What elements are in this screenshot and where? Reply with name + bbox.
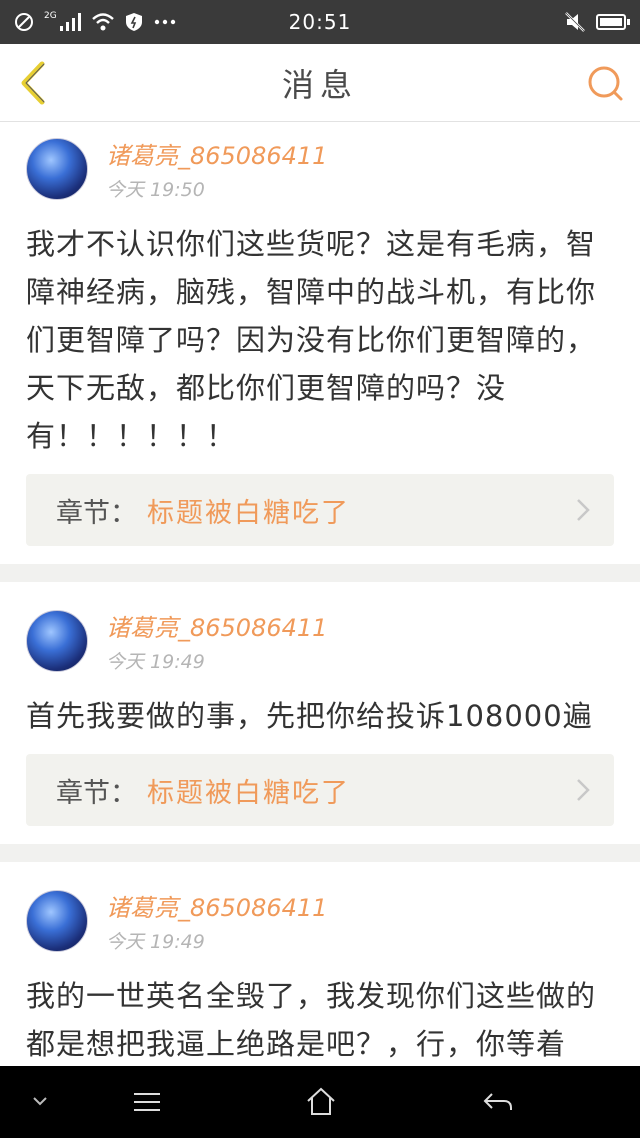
message-time: 今天 19:49: [106, 931, 205, 953]
chapter-label: 章节：: [56, 497, 137, 529]
chapter-link[interactable]: 章节： 标题被白糖吃了: [26, 474, 614, 546]
username[interactable]: 诸葛亮_865086411: [106, 608, 327, 643]
chevron-down-icon[interactable]: [30, 1086, 50, 1118]
navigation-bar: [0, 1066, 640, 1138]
back-icon[interactable]: [482, 1086, 514, 1118]
message-meta: 诸葛亮_865086411 今天 19:49: [106, 608, 327, 674]
chapter-link[interactable]: 章节： 标题被白糖吃了: [26, 754, 614, 826]
search-icon[interactable]: [586, 64, 626, 104]
chapter-title: 标题被白糖吃了: [147, 777, 350, 809]
avatar[interactable]: [26, 610, 88, 672]
message-list[interactable]: 诸葛亮_865086411 今天 19:50 我才不认识你们这些货呢？这是有毛病…: [0, 122, 640, 1066]
message-header: 诸葛亮_865086411 今天 19:50: [26, 136, 614, 202]
avatar[interactable]: [26, 890, 88, 952]
message-header: 诸葛亮_865086411 今天 19:49: [26, 608, 614, 674]
message-meta: 诸葛亮_865086411 今天 19:50: [106, 136, 327, 202]
message-card: 诸葛亮_865086411 今天 19:49 我的一世英名全毁了，我发现你们这些…: [0, 862, 640, 1066]
message-text: 首先我要做的事，先把你给投诉108000遍: [26, 699, 593, 733]
username[interactable]: 诸葛亮_865086411: [106, 136, 327, 171]
page-title: 消息: [281, 65, 358, 104]
chevron-right-icon: [577, 499, 590, 521]
header: 消息: [0, 44, 640, 122]
avatar[interactable]: [26, 138, 88, 200]
message-card: 诸葛亮_865086411 今天 19:49 首先我要做的事，先把你给投诉108…: [0, 582, 640, 844]
message-text: 我才不认识你们这些货呢？这是有毛病，智障神经病，脑残，智障中的战斗机，有比你们更…: [26, 227, 597, 453]
chapter-label: 章节：: [56, 777, 137, 809]
chapter-title: 标题被白糖吃了: [147, 497, 350, 529]
username[interactable]: 诸葛亮_865086411: [106, 888, 327, 923]
message-time: 今天 19:49: [106, 651, 205, 673]
message-text: 我的一世英名全毁了，我发现你们这些做的都是想把我逼上绝路是吧？，行，你等着的，你…: [26, 979, 597, 1061]
message-time: 今天 19:50: [106, 179, 205, 201]
message-card: 诸葛亮_865086411 今天 19:50 我才不认识你们这些货呢？这是有毛病…: [0, 122, 640, 564]
chevron-left-icon[interactable]: [14, 60, 54, 106]
message-meta: 诸葛亮_865086411 今天 19:49: [106, 888, 327, 954]
menu-icon[interactable]: [132, 1086, 162, 1118]
home-icon[interactable]: [305, 1086, 337, 1118]
chevron-right-icon: [577, 779, 590, 801]
battery-icon: [596, 14, 630, 30]
status-bar: 2G 20:51: [0, 0, 640, 44]
status-time: 20:51: [288, 10, 352, 34]
message-header: 诸葛亮_865086411 今天 19:49: [26, 888, 614, 954]
